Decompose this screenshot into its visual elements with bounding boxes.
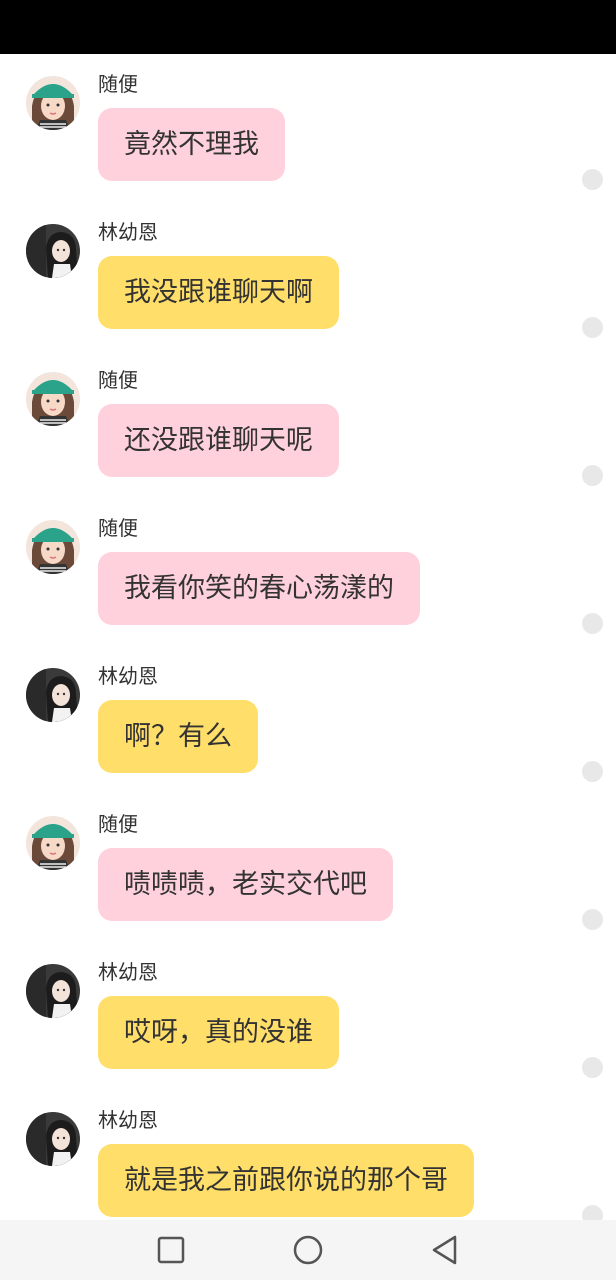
status-dot bbox=[582, 761, 603, 782]
status-dot bbox=[582, 909, 603, 930]
status-dot bbox=[582, 465, 603, 486]
cap-girl-avatar[interactable] bbox=[26, 816, 80, 870]
square-icon[interactable] bbox=[154, 1233, 188, 1267]
message-bubble[interactable]: 我看你笑的春心荡漾的 bbox=[98, 552, 420, 625]
sender-name: 随便 bbox=[98, 368, 138, 392]
cap-girl-avatar[interactable] bbox=[26, 520, 80, 574]
long-hair-girl-avatar[interactable] bbox=[26, 964, 80, 1018]
message-row: 林幼恩 啊？有么 bbox=[0, 646, 616, 794]
sender-name: 随便 bbox=[98, 516, 138, 540]
sender-name: 林幼恩 bbox=[98, 960, 158, 984]
message-row: 随便 还没跟谁聊天呢 bbox=[0, 350, 616, 498]
chat-list[interactable]: 随便 竟然不理我 林幼恩 我没跟谁聊天啊 随便 还没跟谁聊天呢 随便 我看你笑的… bbox=[0, 54, 616, 1220]
status-dot bbox=[582, 613, 603, 634]
message-bubble[interactable]: 哎呀，真的没谁 bbox=[98, 996, 339, 1069]
status-dot bbox=[582, 1057, 603, 1078]
long-hair-girl-avatar[interactable] bbox=[26, 668, 80, 722]
message-bubble[interactable]: 啧啧啧，老实交代吧 bbox=[98, 848, 393, 921]
message-bubble[interactable]: 啊？有么 bbox=[98, 700, 258, 773]
message-row: 随便 竟然不理我 bbox=[0, 54, 616, 202]
message-row: 林幼恩 我没跟谁聊天啊 bbox=[0, 202, 616, 350]
triangle-back-icon[interactable] bbox=[428, 1233, 462, 1267]
message-row: 随便 啧啧啧，老实交代吧 bbox=[0, 794, 616, 942]
message-bubble[interactable]: 竟然不理我 bbox=[98, 108, 285, 181]
sender-name: 随便 bbox=[98, 812, 138, 836]
status-dot bbox=[582, 1205, 603, 1220]
sender-name: 随便 bbox=[98, 72, 138, 96]
sender-name: 林幼恩 bbox=[98, 1108, 158, 1132]
message-row: 林幼恩 哎呀，真的没谁 bbox=[0, 942, 616, 1090]
cap-girl-avatar[interactable] bbox=[26, 76, 80, 130]
long-hair-girl-avatar[interactable] bbox=[26, 1112, 80, 1166]
status-bar bbox=[0, 0, 616, 54]
status-dot bbox=[582, 317, 603, 338]
message-row: 随便 我看你笑的春心荡漾的 bbox=[0, 498, 616, 646]
long-hair-girl-avatar[interactable] bbox=[26, 224, 80, 278]
sender-name: 林幼恩 bbox=[98, 220, 158, 244]
message-bubble[interactable]: 我没跟谁聊天啊 bbox=[98, 256, 339, 329]
navigation-bar bbox=[0, 1220, 616, 1280]
message-bubble[interactable]: 就是我之前跟你说的那个哥 bbox=[98, 1144, 474, 1217]
cap-girl-avatar[interactable] bbox=[26, 372, 80, 426]
circle-icon[interactable] bbox=[291, 1233, 325, 1267]
message-row: 林幼恩 就是我之前跟你说的那个哥 bbox=[0, 1090, 616, 1220]
status-dot bbox=[582, 169, 603, 190]
message-bubble[interactable]: 还没跟谁聊天呢 bbox=[98, 404, 339, 477]
sender-name: 林幼恩 bbox=[98, 664, 158, 688]
